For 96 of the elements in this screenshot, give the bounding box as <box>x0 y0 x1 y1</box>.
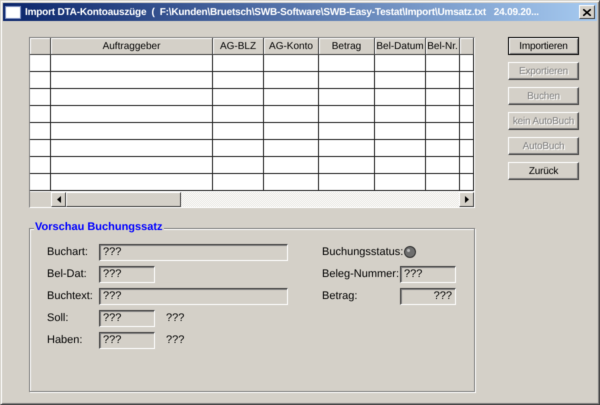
column-header[interactable]: Betrag <box>319 38 375 55</box>
window-icon <box>5 6 21 18</box>
table-cell <box>319 157 375 174</box>
table-cell <box>264 174 319 191</box>
close-icon <box>583 8 591 16</box>
status-led-icon <box>404 246 416 258</box>
field-label: Buchart: <box>47 246 89 258</box>
field-label: Haben: <box>47 334 84 346</box>
table-cell <box>426 55 460 72</box>
table-cell <box>213 72 264 89</box>
table-cell <box>319 174 375 191</box>
table-cell <box>264 89 319 106</box>
close-button[interactable] <box>579 5 595 19</box>
field-label: Buchtext: <box>47 290 94 302</box>
text-field[interactable]: ??? <box>99 332 155 348</box>
table-cell <box>319 106 375 123</box>
column-header <box>460 38 474 55</box>
text-field[interactable]: ??? <box>99 266 155 282</box>
text-field[interactable]: ??? <box>99 288 288 304</box>
table-cell <box>375 174 426 191</box>
field-label: Bel-Dat: <box>47 268 88 280</box>
table-cell <box>460 72 474 89</box>
table-cell <box>460 89 474 106</box>
table-cell <box>264 140 319 157</box>
table-cell <box>426 174 460 191</box>
account-name: ??? <box>166 312 184 324</box>
right-arrow-icon <box>464 196 468 203</box>
data-grid[interactable]: Auftraggeber AG-BLZ AG-Konto Betrag Bel-Datum Bel-Nr. <box>29 37 475 208</box>
table-cell <box>213 89 264 106</box>
left-arrow-icon <box>56 196 60 203</box>
account-name: ??? <box>166 334 184 346</box>
table-cell <box>264 157 319 174</box>
table-cell <box>375 140 426 157</box>
table-cell <box>213 157 264 174</box>
text-field[interactable]: ??? <box>99 310 155 326</box>
corner-header <box>30 38 51 55</box>
table-cell <box>375 123 426 140</box>
field-label: Betrag: <box>322 290 358 302</box>
field-label: Buchungsstatus: <box>322 246 404 258</box>
table-cell <box>426 157 460 174</box>
table-cell <box>264 106 319 123</box>
table-cell <box>319 72 375 89</box>
scroll-left-button[interactable] <box>51 192 66 207</box>
column-header[interactable]: Bel-Nr. <box>426 38 460 55</box>
scroll-right-button[interactable] <box>459 192 474 207</box>
text-field[interactable]: ??? <box>400 288 456 304</box>
text-field[interactable]: ??? <box>99 244 288 260</box>
row-header[interactable] <box>30 106 51 123</box>
table-cell <box>375 157 426 174</box>
row-header[interactable] <box>30 140 51 157</box>
table-cell <box>375 55 426 72</box>
table-cell <box>264 55 319 72</box>
table-cell <box>213 106 264 123</box>
table-cell <box>426 89 460 106</box>
table-cell <box>375 106 426 123</box>
row-header[interactable] <box>30 55 51 72</box>
table-cell <box>319 123 375 140</box>
table-cell <box>460 140 474 157</box>
row-header[interactable] <box>30 72 51 89</box>
action-button[interactable]: Zurück <box>508 162 579 180</box>
table-cell <box>264 123 319 140</box>
row-header[interactable] <box>30 174 51 191</box>
text-field[interactable]: ??? <box>400 266 456 282</box>
action-button[interactable]: Importieren <box>508 37 579 55</box>
window-title: Import DTA-Kontoauszüge ( F:\Kunden\Bruetsch\SWB-Software\SWB-Easy-Testat\Import\Umsatz.txt 24.09.20... <box>25 6 539 18</box>
column-header[interactable]: Auftraggeber <box>51 38 213 55</box>
row-header[interactable] <box>30 123 51 140</box>
table-cell <box>213 174 264 191</box>
table-cell <box>460 55 474 72</box>
column-header[interactable]: AG-BLZ <box>213 38 264 55</box>
table-cell <box>319 89 375 106</box>
table-cell <box>319 55 375 72</box>
table-cell <box>426 123 460 140</box>
row-header[interactable] <box>30 89 51 106</box>
table-cell <box>426 140 460 157</box>
table-cell <box>264 72 319 89</box>
field-label: Beleg-Nummer: <box>322 268 400 280</box>
table-cell <box>319 140 375 157</box>
row-header[interactable] <box>30 157 51 174</box>
table-cell <box>460 123 474 140</box>
table-cell <box>375 72 426 89</box>
table-cell <box>213 55 264 72</box>
field-label: Soll: <box>47 312 70 324</box>
table-cell <box>213 140 264 157</box>
table-cell <box>426 72 460 89</box>
table-cell <box>460 106 474 123</box>
table-cell <box>460 157 474 174</box>
column-header[interactable]: AG-Konto <box>264 38 319 55</box>
group-title: Vorschau Buchungssatz <box>34 221 164 233</box>
horizontal-scrollbar[interactable] <box>30 192 474 207</box>
table-cell <box>460 174 474 191</box>
table-cell <box>426 106 460 123</box>
scroll-thumb[interactable] <box>66 192 181 207</box>
table-cell <box>375 89 426 106</box>
table-cell <box>213 123 264 140</box>
column-header[interactable]: Bel-Datum <box>375 38 426 55</box>
